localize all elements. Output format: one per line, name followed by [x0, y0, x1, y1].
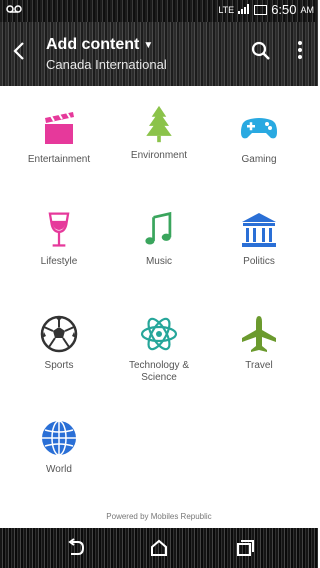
category-technology-science[interactable]: Technology & Science	[109, 314, 209, 384]
back-arrow-icon[interactable]	[12, 40, 32, 64]
category-entertainment[interactable]: Entertainment	[9, 108, 109, 166]
category-travel[interactable]: Travel	[209, 314, 309, 372]
globe-icon	[42, 420, 76, 456]
category-label: World	[46, 464, 72, 475]
airplane-icon	[242, 316, 276, 352]
music-note-icon	[145, 211, 172, 245]
category-gaming[interactable]: Gaming	[209, 108, 309, 166]
category-label: Lifestyle	[40, 256, 78, 267]
category-world[interactable]: World	[9, 418, 109, 476]
category-label: Gaming	[241, 154, 277, 165]
system-nav-bar	[0, 528, 318, 568]
clapperboard-icon	[45, 112, 74, 144]
powered-by-footer: Powered by Mobiles Republic	[106, 512, 212, 521]
action-bar: Add content ▼ Canada International	[0, 22, 318, 86]
page-title: Add content	[46, 36, 140, 53]
category-label: Entertainment	[27, 154, 91, 165]
atom-icon	[140, 317, 178, 351]
search-icon[interactable]	[250, 40, 272, 62]
category-label: Travel	[245, 360, 273, 371]
category-politics[interactable]: Politics	[209, 210, 309, 268]
edition-dropdown[interactable]: Add content ▼	[46, 36, 167, 54]
wine-glass-icon	[48, 212, 70, 247]
category-sports[interactable]: Sports	[9, 314, 109, 372]
gamepad-icon	[241, 118, 277, 139]
status-bar: LTE 6:50 AM	[0, 0, 318, 22]
category-label: Environment	[130, 150, 188, 161]
chevron-down-icon: ▼	[143, 39, 154, 51]
government-building-icon	[242, 213, 276, 247]
recents-nav-icon[interactable]	[233, 536, 257, 560]
category-label: Sports	[44, 360, 74, 371]
network-type: LTE	[218, 4, 235, 15]
clock: 6:50	[271, 2, 297, 17]
tree-icon	[146, 105, 172, 143]
clock-ampm: AM	[300, 4, 315, 15]
category-label: Technology & Science	[128, 360, 190, 383]
overflow-menu-icon[interactable]	[296, 38, 304, 66]
category-music[interactable]: Music	[109, 210, 209, 268]
category-label: Politics	[243, 256, 275, 267]
signal-icon	[238, 2, 250, 17]
voicemail-icon	[6, 3, 22, 17]
back-nav-icon[interactable]	[64, 536, 88, 560]
home-nav-icon[interactable]	[147, 536, 171, 560]
category-environment[interactable]: Environment	[109, 104, 209, 162]
category-label: Music	[145, 256, 173, 267]
soccer-ball-icon	[40, 315, 78, 353]
category-lifestyle[interactable]: Lifestyle	[9, 210, 109, 268]
battery-icon	[254, 4, 268, 15]
page-subtitle: Canada International	[46, 57, 167, 72]
